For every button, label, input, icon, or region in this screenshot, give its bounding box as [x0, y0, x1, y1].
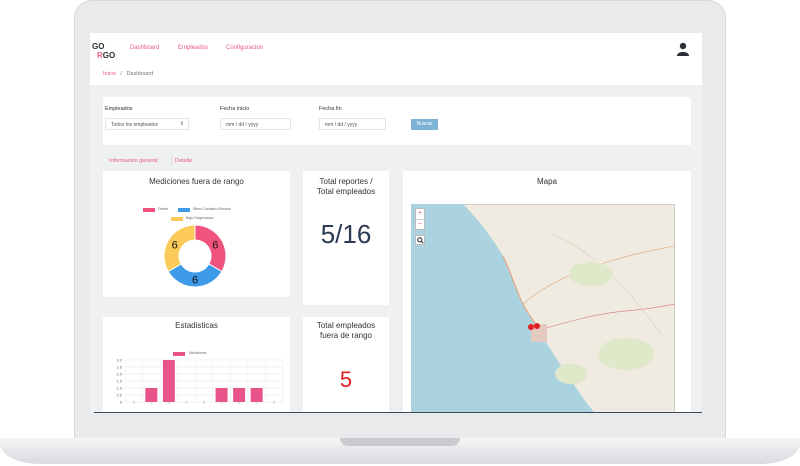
- fecha-inicio-input[interactable]: mm / dd / yyyy: [220, 118, 291, 130]
- legend-mediciones: Mediciones: [189, 351, 207, 355]
- total-fuera-title-line2: fuera de rango: [319, 331, 373, 340]
- total-fuera-title-line1: Total empleados: [316, 321, 376, 330]
- map-view[interactable]: [411, 204, 675, 413]
- bar-ytick: 2.5: [116, 365, 122, 370]
- nav-dashboard[interactable]: Dashboard: [130, 45, 159, 51]
- user-icon[interactable]: [676, 42, 690, 56]
- fecha-fin-label: Fecha fin: [319, 106, 342, 112]
- zoom-out-button[interactable]: −: [416, 219, 424, 230]
- donut-label-0: 6: [212, 239, 218, 251]
- total-reportes-value: 5/16: [320, 219, 372, 249]
- legend-swatch-ritmo: [178, 208, 190, 212]
- mapa-card: Mapa + −: [403, 171, 691, 413]
- total-reportes-title-line1: Total reportes /: [319, 177, 373, 186]
- zoom-in-button[interactable]: +: [416, 209, 424, 219]
- bar-ytick: 0.5: [116, 393, 122, 398]
- nav-empleados[interactable]: Empleados: [178, 45, 208, 51]
- top-navbar: GO RGO Dashboard Empleados Configuracion …: [90, 33, 702, 85]
- bar-ytick: 3.0: [116, 358, 122, 363]
- bar-ytick: 1.0: [116, 386, 122, 391]
- estadisticas-title: Estadisticas: [175, 321, 218, 330]
- donut-slice-2[interactable]: [163, 224, 196, 273]
- select-arrows-icon: ⇕: [179, 121, 184, 127]
- map-marker[interactable]: [528, 324, 534, 330]
- map-search-button[interactable]: [415, 235, 425, 245]
- search-icon: [416, 237, 424, 244]
- total-fuera-title: Total empleados fuera de rango: [303, 321, 389, 341]
- breadcrumb-separator: /: [120, 71, 122, 77]
- legend-ritmo: Ritmo Cardiaco Elevado: [193, 207, 231, 211]
- legend-fiebre: Fiebre: [158, 207, 168, 211]
- estadisticas-card: Estadisticas Mediciones 0 0.5 1.0 1.5 2.0 2.5…: [103, 317, 290, 413]
- total-reportes-card: Total reportes / Total empleados 5/16: [303, 171, 389, 305]
- donut-label-1: 6: [192, 275, 198, 287]
- breadcrumb: Inicio / Dashboard: [103, 71, 153, 77]
- bar-ytick: 1.5: [116, 379, 122, 384]
- empleados-label: Empleados: [105, 106, 133, 112]
- bar-ytick: 2.0: [116, 372, 122, 377]
- total-reportes-title: Total reportes / Total empleados: [303, 177, 389, 197]
- tab-separator: [171, 156, 172, 166]
- tab-detalle[interactable]: Detalle: [175, 158, 192, 164]
- fecha-inicio-placeholder: mm / dd / yyyy: [226, 122, 259, 128]
- mapa-title: Mapa: [536, 177, 557, 186]
- empleados-select[interactable]: Todos los empleados ⇕: [105, 118, 189, 130]
- legend-swatch-fiebre: [143, 208, 155, 212]
- app-logo[interactable]: GO RGO: [92, 42, 118, 60]
- map-zoom-control: + −: [415, 208, 425, 230]
- bar-ytick: 0: [120, 400, 123, 405]
- fecha-inicio-label: Fecha inicio: [220, 106, 250, 112]
- empleados-select-value: Todos los empleados: [111, 122, 158, 128]
- legend-swatch-mediciones: [173, 352, 185, 356]
- tab-informacion-general[interactable]: Informacion general: [109, 158, 158, 164]
- breadcrumb-current: Dashboard: [126, 71, 154, 77]
- laptop-notch: [340, 438, 460, 446]
- breadcrumb-home[interactable]: Inicio: [103, 71, 116, 77]
- donut-chart: 6 6 6: [163, 224, 227, 288]
- mediciones-card: Mediciones fuera de rango Fiebre Ritmo C…: [103, 171, 290, 297]
- screen-bottom-edge: [94, 412, 702, 413]
- total-fuera-card: Total empleados fuera de rango 5: [303, 317, 389, 413]
- fecha-fin-input[interactable]: mm / dd / yyyy: [319, 118, 386, 130]
- nav-configuracion[interactable]: Configuracion: [226, 45, 263, 51]
- app-screen: GO RGO Dashboard Empleados Configuracion …: [90, 33, 702, 413]
- total-reportes-title-line2: Total empleados: [316, 187, 376, 196]
- buscar-button[interactable]: Buscar: [411, 119, 438, 130]
- total-fuera-value: 5: [339, 367, 353, 392]
- donut-label-2: 6: [172, 239, 178, 251]
- mediciones-title: Mediciones fuera de rango: [149, 177, 244, 186]
- legend-oxigenacion: Baja Oxigenacion: [186, 216, 214, 220]
- filter-panel: Empleados Todos los empleados ⇕ Fecha in…: [103, 97, 691, 145]
- fecha-fin-placeholder: mm / dd / yyyy: [325, 122, 358, 128]
- map-marker[interactable]: [534, 323, 540, 329]
- bar-2[interactable]: [162, 360, 175, 402]
- bar-chart: 00.51.01.52.02.53.00 1 3 0 0 1 1 1 0: [116, 358, 284, 405]
